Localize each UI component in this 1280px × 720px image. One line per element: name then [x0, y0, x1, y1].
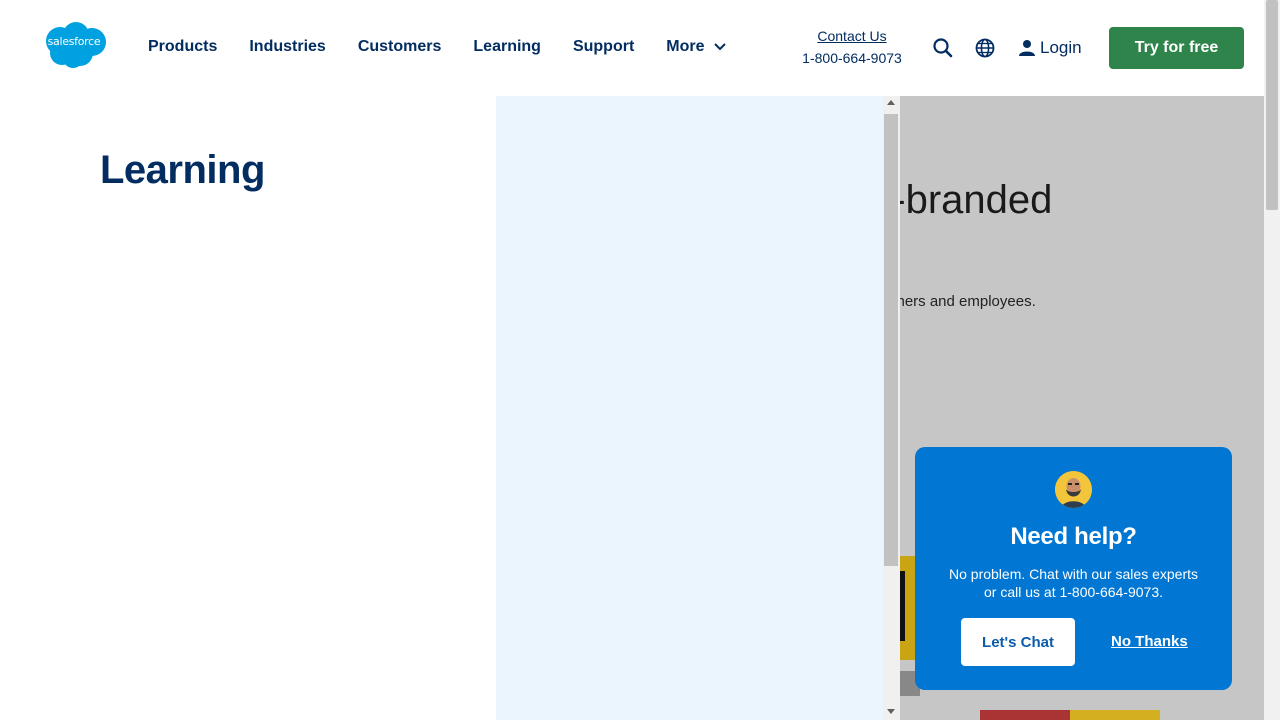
learning-menu-title: Learning	[100, 148, 265, 192]
chat-title: Need help?	[1010, 523, 1137, 550]
nav-more-label: More	[666, 38, 705, 55]
contact-phone[interactable]: 1-800-664-9073	[790, 50, 914, 66]
user-icon	[1019, 40, 1035, 56]
chat-help-popup: Need help? No problem. Chat with our sal…	[915, 447, 1232, 690]
agent-avatar	[1055, 471, 1092, 508]
hero-subtitle-fragment: omers and employees.	[900, 293, 1036, 310]
hero-image-fragment-dark	[900, 571, 905, 641]
site-header: salesforce Products Industries Customers…	[0, 0, 1264, 96]
nav-customers[interactable]: Customers	[358, 38, 442, 56]
nav-products[interactable]: Products	[148, 38, 217, 56]
lets-chat-button[interactable]: Let's Chat	[961, 618, 1075, 666]
menu-pane-scrollbar[interactable]	[883, 96, 900, 720]
person-avatar-icon	[1055, 471, 1092, 508]
hero-image-fragment-red	[980, 710, 1070, 720]
page-scrollbar[interactable]	[1264, 0, 1280, 720]
chevron-down-icon	[713, 43, 726, 51]
no-thanks-link[interactable]: No Thanks	[1111, 633, 1188, 650]
nav-learning[interactable]: Learning	[473, 38, 541, 56]
try-for-free-button[interactable]: Try for free	[1109, 27, 1244, 69]
main-nav: Products Industries Customers Learning S…	[148, 38, 759, 56]
page: salesforce Products Industries Customers…	[0, 0, 1280, 720]
chat-body-text: No problem. Chat with our sales experts …	[949, 566, 1198, 600]
contact-block: Contact Us 1-800-664-9073	[790, 28, 914, 66]
nav-more[interactable]: More	[666, 38, 726, 56]
nav-support[interactable]: Support	[573, 38, 634, 56]
hero-image-fragment-yellow	[1070, 710, 1160, 720]
scroll-up-arrow-icon[interactable]	[887, 100, 895, 105]
login-button[interactable]: Login	[1018, 38, 1082, 58]
salesforce-logo[interactable]: salesforce	[40, 21, 108, 69]
login-label: Login	[1040, 38, 1082, 57]
hero-title-fragment: n-branded	[900, 178, 1053, 222]
search-icon[interactable]	[931, 36, 955, 60]
globe-icon[interactable]	[973, 36, 997, 60]
nav-industries[interactable]: Industries	[249, 38, 325, 56]
learning-menu-pane	[496, 96, 883, 720]
scrollbar-thumb[interactable]	[884, 114, 898, 566]
contact-us-link[interactable]: Contact Us	[790, 28, 914, 44]
scroll-down-arrow-icon[interactable]	[887, 709, 895, 714]
logo-text: salesforce	[47, 35, 101, 48]
page-scrollbar-thumb[interactable]	[1266, 0, 1278, 210]
